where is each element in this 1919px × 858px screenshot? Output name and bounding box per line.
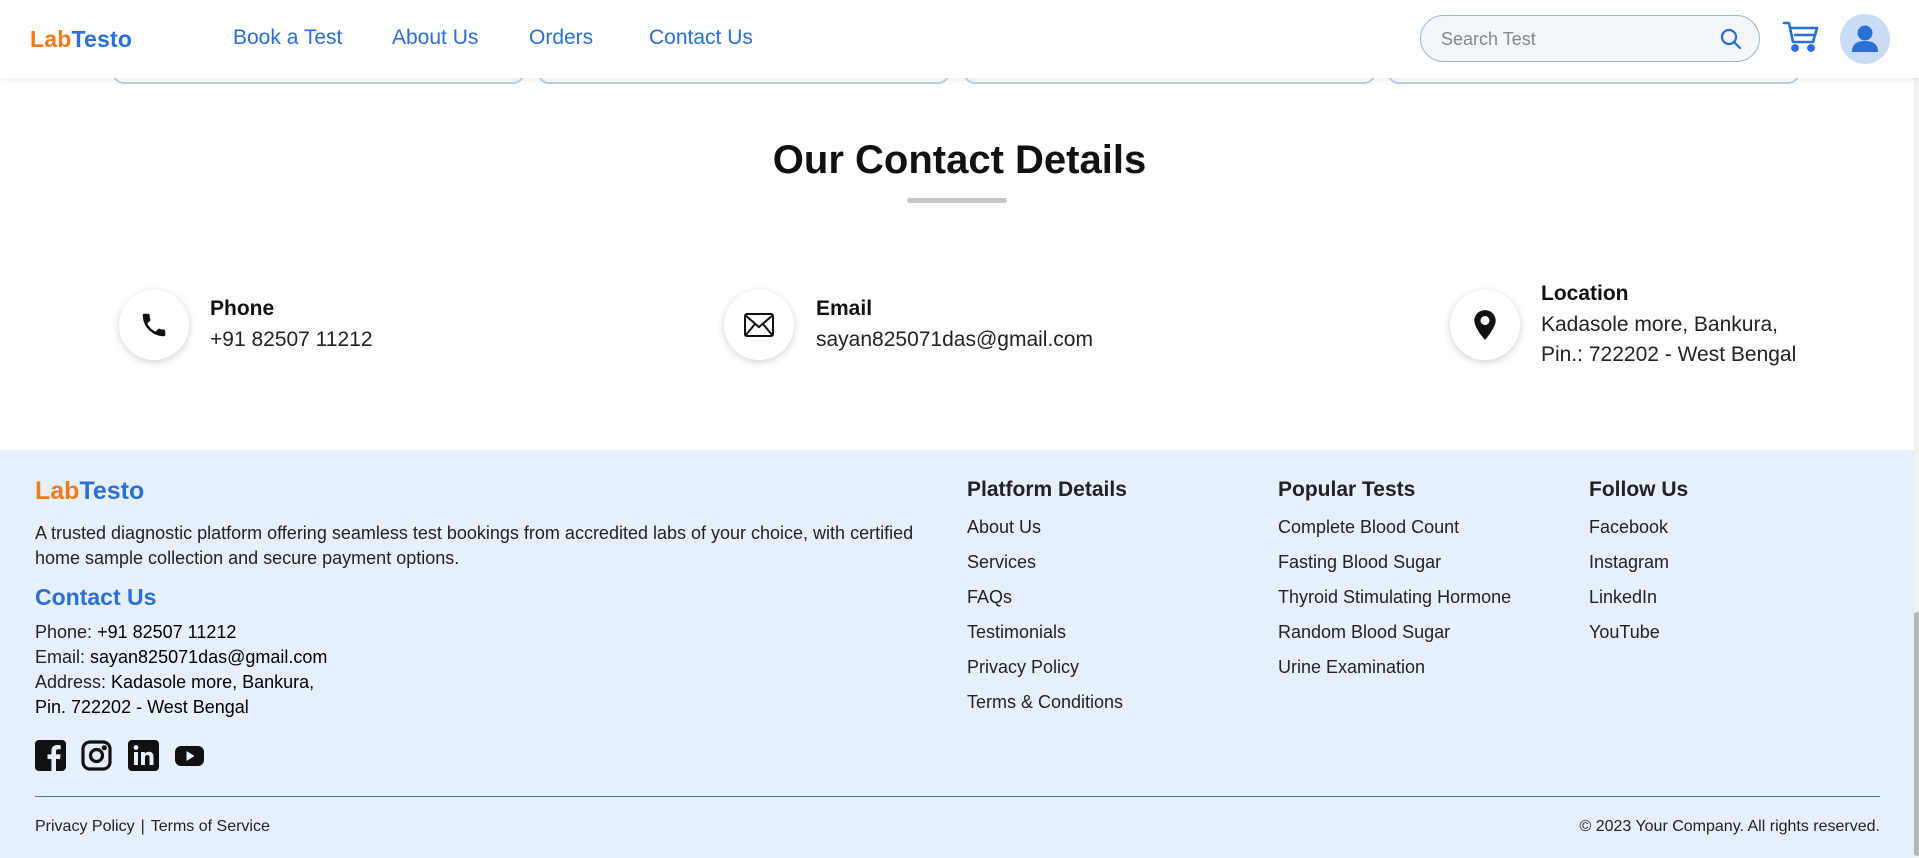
footer-link-testimonials[interactable]: Testimonials xyxy=(967,622,1066,643)
email-label: Email xyxy=(816,297,873,320)
location-line-1: Kadasole more, Bankura, xyxy=(1541,313,1778,336)
footer-follow-linkedin[interactable]: LinkedIn xyxy=(1589,587,1657,608)
nav-contact-us[interactable]: Contact Us xyxy=(649,26,753,50)
footer-contact-heading: Contact Us xyxy=(35,584,157,610)
footer-address-line-2: Pin. 722202 - West Bengal xyxy=(35,697,249,717)
footer-copyright: © 2023 Your Company. All rights reserved… xyxy=(1579,818,1880,835)
footer-address-2: Pin. 722202 - West Bengal xyxy=(35,697,249,718)
legal-separator: | xyxy=(140,818,145,835)
footer-link-privacy-policy[interactable]: Privacy Policy xyxy=(967,657,1079,678)
phone-icon xyxy=(119,290,189,360)
search-box xyxy=(1420,15,1760,62)
follow-us-heading: Follow Us xyxy=(1589,478,1689,501)
footer-privacy-policy-link[interactable]: Privacy Policy xyxy=(35,818,135,835)
footer-email-label: Email: xyxy=(35,647,91,667)
location-line-2: Pin.: 722202 - West Bengal xyxy=(1541,343,1797,366)
linkedin-icon[interactable] xyxy=(128,740,159,771)
footer-follow-facebook[interactable]: Facebook xyxy=(1589,517,1668,538)
footer-link-faqs[interactable]: FAQs xyxy=(967,587,1012,608)
title-underline xyxy=(907,198,1007,203)
footer-legal-links: Privacy Policy | Terms of Service xyxy=(35,818,270,836)
site-logo[interactable]: LabTesto xyxy=(30,26,132,53)
search-input[interactable] xyxy=(1441,26,1711,52)
search-icon[interactable] xyxy=(1719,27,1743,56)
footer-address-line-1: Kadasole more, Bankura, xyxy=(111,672,315,692)
footer-test-rbs[interactable]: Random Blood Sugar xyxy=(1278,622,1450,643)
footer-test-tsh[interactable]: Thyroid Stimulating Hormone xyxy=(1278,587,1511,608)
platform-details-heading: Platform Details xyxy=(967,478,1127,501)
footer-address-label: Address: xyxy=(35,672,112,692)
nav-orders[interactable]: Orders xyxy=(529,26,593,50)
footer-phone-label: Phone: xyxy=(35,622,98,642)
footer-logo-lab: Lab xyxy=(35,477,80,505)
footer-test-cbc[interactable]: Complete Blood Count xyxy=(1278,517,1459,538)
envelope-icon xyxy=(724,290,794,360)
footer-link-about-us[interactable]: About Us xyxy=(967,517,1041,538)
footer-email-value: sayan825071das@gmail.com xyxy=(90,647,328,667)
scrollbar-thumb[interactable] xyxy=(1914,612,1919,856)
footer-divider xyxy=(35,796,1880,797)
footer-address: Address: Kadasole more, Bankura, xyxy=(35,672,314,693)
footer-phone-value: +91 82507 11212 xyxy=(97,622,237,642)
footer-test-urine[interactable]: Urine Examination xyxy=(1278,657,1425,678)
footer-email: Email: sayan825071das@gmail.com xyxy=(35,647,327,668)
footer-follow-youtube[interactable]: YouTube xyxy=(1589,622,1660,643)
footer-follow-instagram[interactable]: Instagram xyxy=(1589,552,1669,573)
phone-value: +91 82507 11212 xyxy=(210,328,373,351)
contact-section-title: Our Contact Details xyxy=(772,138,1147,182)
nav-book-a-test[interactable]: Book a Test xyxy=(233,26,342,50)
popular-tests-heading: Popular Tests xyxy=(1278,478,1416,501)
facebook-icon[interactable] xyxy=(35,740,66,771)
youtube-icon[interactable] xyxy=(174,740,205,771)
footer-logo-testo: Testo xyxy=(79,477,145,505)
map-pin-icon xyxy=(1450,290,1520,360)
email-value: sayan825071das@gmail.com xyxy=(816,328,1093,351)
instagram-icon[interactable] xyxy=(81,740,112,771)
footer-link-services[interactable]: Services xyxy=(967,552,1036,573)
location-label: Location xyxy=(1541,282,1629,305)
nav-about-us[interactable]: About Us xyxy=(392,26,478,50)
user-avatar-icon[interactable] xyxy=(1840,14,1890,64)
cart-icon[interactable] xyxy=(1782,20,1820,59)
footer-logo[interactable]: LabTesto xyxy=(35,477,144,506)
logo-testo-text: Testo xyxy=(71,26,133,52)
top-navbar: LabTesto Book a Test About Us Orders Con… xyxy=(0,0,1919,78)
footer-terms-of-service-link[interactable]: Terms of Service xyxy=(151,818,270,835)
footer-phone: Phone: +91 82507 11212 xyxy=(35,622,236,643)
logo-lab-text: Lab xyxy=(30,26,72,52)
footer-test-fbs[interactable]: Fasting Blood Sugar xyxy=(1278,552,1441,573)
footer-description: A trusted diagnostic platform offering s… xyxy=(35,523,914,568)
phone-label: Phone xyxy=(210,297,275,320)
footer-link-terms-conditions[interactable]: Terms & Conditions xyxy=(967,692,1123,713)
